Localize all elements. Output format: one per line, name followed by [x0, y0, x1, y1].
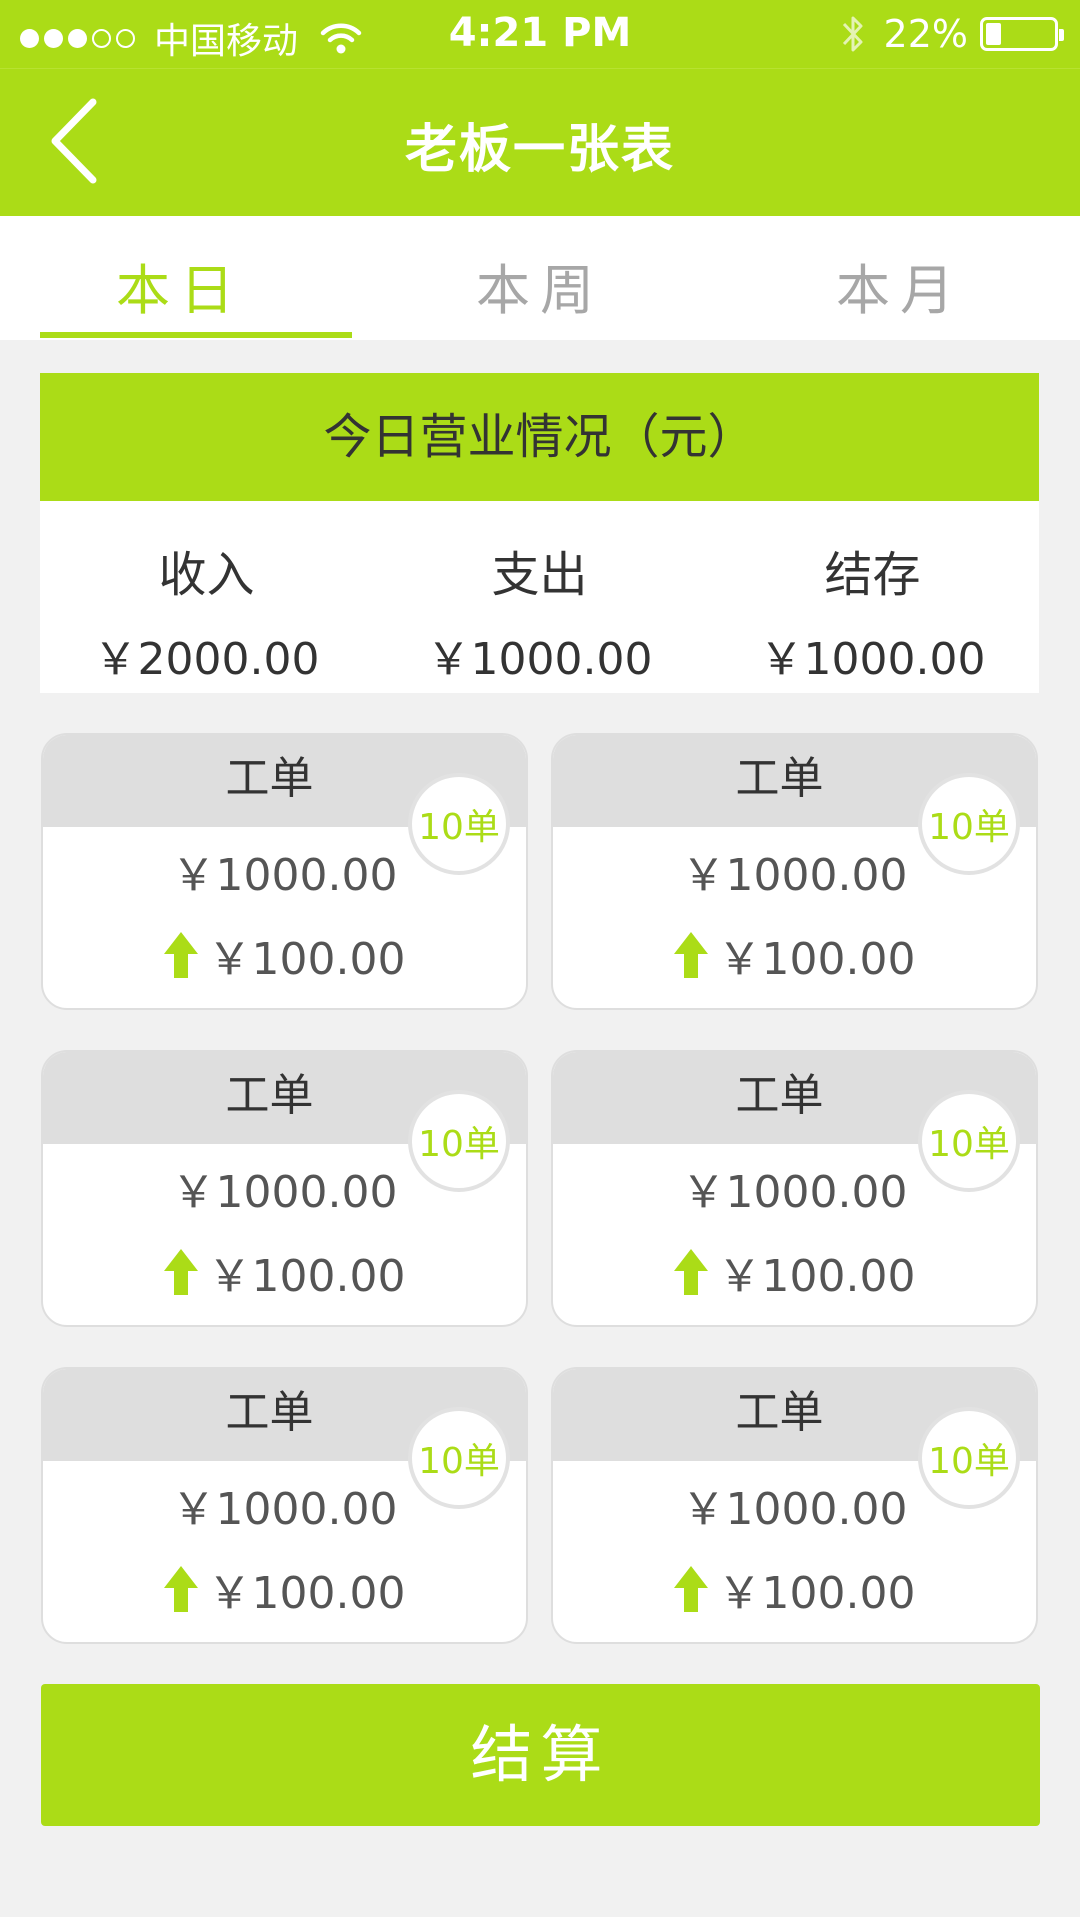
summary-columns: 收入 ￥2000.00 支出 ￥1000.00 结存 ￥1000.00	[40, 501, 1039, 693]
card-change-value: ￥100.00	[207, 934, 406, 985]
tab-week[interactable]: 本周	[360, 216, 720, 340]
order-count-badge: 10单	[408, 1407, 510, 1509]
arrow-up-icon	[673, 932, 708, 978]
summary-panel: 今日营业情况（元） 收入 ￥2000.00 支出 ￥1000.00 结存 ￥10…	[40, 373, 1039, 693]
battery-icon	[980, 17, 1064, 51]
card-change-value: ￥100.00	[717, 934, 916, 985]
arrow-up-icon	[163, 1566, 198, 1612]
card-change: ￥100.00	[553, 1557, 1036, 1621]
card-change: ￥100.00	[553, 1240, 1036, 1304]
arrow-up-icon	[673, 1249, 708, 1295]
card-change-value: ￥100.00	[207, 1568, 406, 1619]
arrow-up-icon	[673, 1566, 708, 1612]
tab-day[interactable]: 本日	[0, 216, 360, 340]
order-count-badge: 10单	[918, 1090, 1020, 1192]
summary-label: 收入	[158, 547, 255, 603]
summary-label: 支出	[491, 547, 588, 603]
battery-percent: 22%	[883, 12, 968, 56]
arrow-up-icon	[163, 1249, 198, 1295]
summary-value: ￥1000.00	[426, 634, 653, 685]
arrow-up-icon	[163, 932, 198, 978]
order-count-badge: 10单	[408, 1090, 510, 1192]
work-order-card[interactable]: 工单 ￥1000.00 ￥100.00 10单	[551, 1050, 1038, 1327]
work-order-card[interactable]: 工单 ￥1000.00 ￥100.00 10单	[551, 733, 1038, 1010]
summary-income: 收入 ￥2000.00	[40, 501, 373, 693]
nav-bar: 老板一张表	[0, 68, 1080, 216]
work-order-card[interactable]: 工单 ￥1000.00 ￥100.00 10单	[41, 1367, 528, 1644]
status-right: 22%	[840, 12, 1064, 56]
tab-month[interactable]: 本月	[720, 216, 1080, 340]
card-change: ￥100.00	[43, 923, 526, 987]
settle-button[interactable]: 结算	[41, 1684, 1040, 1826]
card-change-value: ￥100.00	[717, 1568, 916, 1619]
order-count-badge: 10单	[408, 773, 510, 875]
summary-balance: 结存 ￥1000.00	[706, 501, 1039, 693]
card-change-value: ￥100.00	[717, 1251, 916, 1302]
page-title: 老板一张表	[404, 120, 675, 180]
summary-value: ￥2000.00	[93, 634, 320, 685]
work-order-card[interactable]: 工单 ￥1000.00 ￥100.00 10单	[551, 1367, 1038, 1644]
work-order-card[interactable]: 工单 ￥1000.00 ￥100.00 10单	[41, 1050, 528, 1327]
card-change: ￥100.00	[553, 923, 1036, 987]
summary-expense: 支出 ￥1000.00	[373, 501, 706, 693]
card-change-value: ￥100.00	[207, 1251, 406, 1302]
bluetooth-icon	[842, 16, 863, 52]
card-change: ￥100.00	[43, 1557, 526, 1621]
card-change: ￥100.00	[43, 1240, 526, 1304]
work-order-card[interactable]: 工单 ￥1000.00 ￥100.00 10单	[41, 733, 528, 1010]
order-count-badge: 10单	[918, 1407, 1020, 1509]
summary-title: 今日营业情况（元）	[40, 373, 1039, 501]
app-screen: 中国移动 4:21 PM 22% 老板一张表 本日 本周 本月 今日营业情况（元…	[0, 0, 1080, 1917]
summary-value: ￥1000.00	[759, 634, 986, 685]
summary-label: 结存	[824, 547, 921, 603]
period-tabs: 本日 本周 本月	[0, 216, 1080, 340]
battery-fill	[986, 23, 1001, 45]
status-bar: 中国移动 4:21 PM 22%	[0, 0, 1080, 68]
order-count-badge: 10单	[918, 773, 1020, 875]
